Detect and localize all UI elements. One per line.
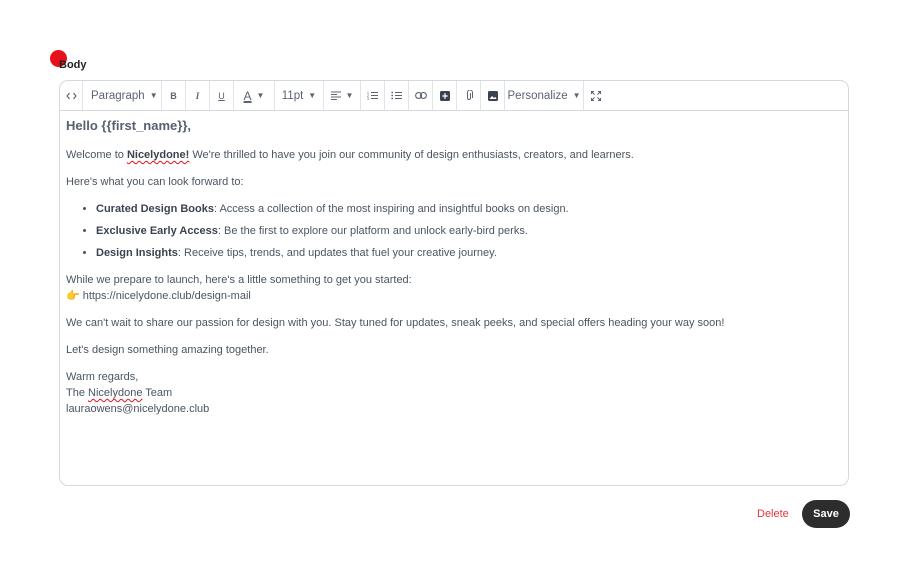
add-block-icon: [439, 90, 450, 101]
italic-button[interactable]: I: [186, 81, 210, 110]
underline-icon: U: [218, 90, 225, 101]
delete-button[interactable]: Delete: [757, 508, 789, 520]
benefits-list: Curated Design Books: Access a collectio…: [66, 201, 842, 261]
insert-image-button[interactable]: [481, 81, 505, 110]
text-color-dropdown[interactable]: A ▼: [234, 81, 275, 110]
link-button[interactable]: [409, 81, 433, 110]
svg-text:3: 3: [367, 97, 369, 100]
resource-link[interactable]: https://nicelydone.club/design-mail: [83, 288, 251, 304]
ordered-list-icon: 123: [367, 91, 378, 100]
resource-link-line: 👉 https://nicelydone.club/design-mail: [66, 288, 842, 304]
brand-name: Nicelydone: [88, 387, 143, 399]
prepare-text: While we prepare to launch, here's a lit…: [66, 274, 412, 286]
fullscreen-icon: [590, 90, 601, 101]
attachment-icon: [465, 90, 473, 101]
chevron-down-icon: ▼: [256, 91, 265, 100]
share-paragraph: We can't wait to share our passion for d…: [66, 317, 725, 329]
together-paragraph: Let's design something amazing together.: [66, 344, 269, 356]
link-icon: [414, 92, 427, 99]
personalize-dropdown[interactable]: Personalize ▼: [505, 81, 584, 110]
list-item: Exclusive Early Access: Be the first to …: [96, 223, 842, 239]
editor-content[interactable]: Hello {{first_name}}, Welcome to Nicelyd…: [60, 111, 848, 417]
text-color-icon: A: [243, 88, 252, 103]
pointing-hand-icon: 👉: [66, 290, 80, 302]
welcome-paragraph: Welcome to Nicelydone! We're thrilled to…: [66, 149, 634, 161]
code-icon: [65, 92, 77, 100]
bullet-list-icon: [391, 91, 402, 100]
signoff-text: Warm regards,: [66, 371, 139, 383]
image-icon: [487, 90, 498, 101]
ordered-list-button[interactable]: 123: [361, 81, 385, 110]
fullscreen-button[interactable]: [584, 81, 607, 110]
font-size-dropdown[interactable]: 11pt ▼: [275, 81, 324, 110]
save-button[interactable]: Save: [802, 500, 850, 528]
attachment-button[interactable]: [457, 81, 481, 110]
brand-name: Nicelydone!: [126, 149, 190, 161]
body-field-label: Body: [59, 59, 87, 71]
personalize-label: Personalize: [507, 89, 568, 102]
chevron-down-icon: ▼: [572, 91, 581, 100]
block-style-value: Paragraph: [91, 89, 145, 102]
intro-paragraph: Here's what you can look forward to:: [66, 176, 244, 188]
font-size-value: 11pt: [281, 89, 304, 102]
insert-block-button[interactable]: [433, 81, 457, 110]
rich-text-editor[interactable]: Paragraph ▼ B I U A ▼ 11pt ▼ ▼ 123 Perso…: [59, 80, 849, 486]
team-signature: The Nicelydone Team: [66, 387, 173, 399]
list-item: Curated Design Books: Access a collectio…: [96, 201, 842, 217]
bold-button[interactable]: B: [162, 81, 186, 110]
bold-icon: B: [170, 90, 177, 101]
block-style-dropdown[interactable]: Paragraph ▼: [83, 81, 162, 110]
signature-email: lauraowens@nicelydone.club: [66, 403, 210, 415]
bullet-list-button[interactable]: [385, 81, 409, 110]
italic-icon: I: [195, 90, 200, 101]
underline-button[interactable]: U: [210, 81, 234, 110]
greeting-heading: Hello {{first_name}},: [66, 118, 191, 133]
align-dropdown[interactable]: ▼: [324, 81, 361, 110]
chevron-down-icon: ▼: [345, 91, 354, 100]
chevron-down-icon: ▼: [308, 91, 317, 100]
source-code-button[interactable]: [60, 81, 83, 110]
chevron-down-icon: ▼: [149, 91, 158, 100]
align-icon: [330, 91, 341, 100]
editor-toolbar: Paragraph ▼ B I U A ▼ 11pt ▼ ▼ 123 Perso…: [60, 81, 848, 111]
list-item: Design Insights: Receive tips, trends, a…: [96, 245, 842, 261]
